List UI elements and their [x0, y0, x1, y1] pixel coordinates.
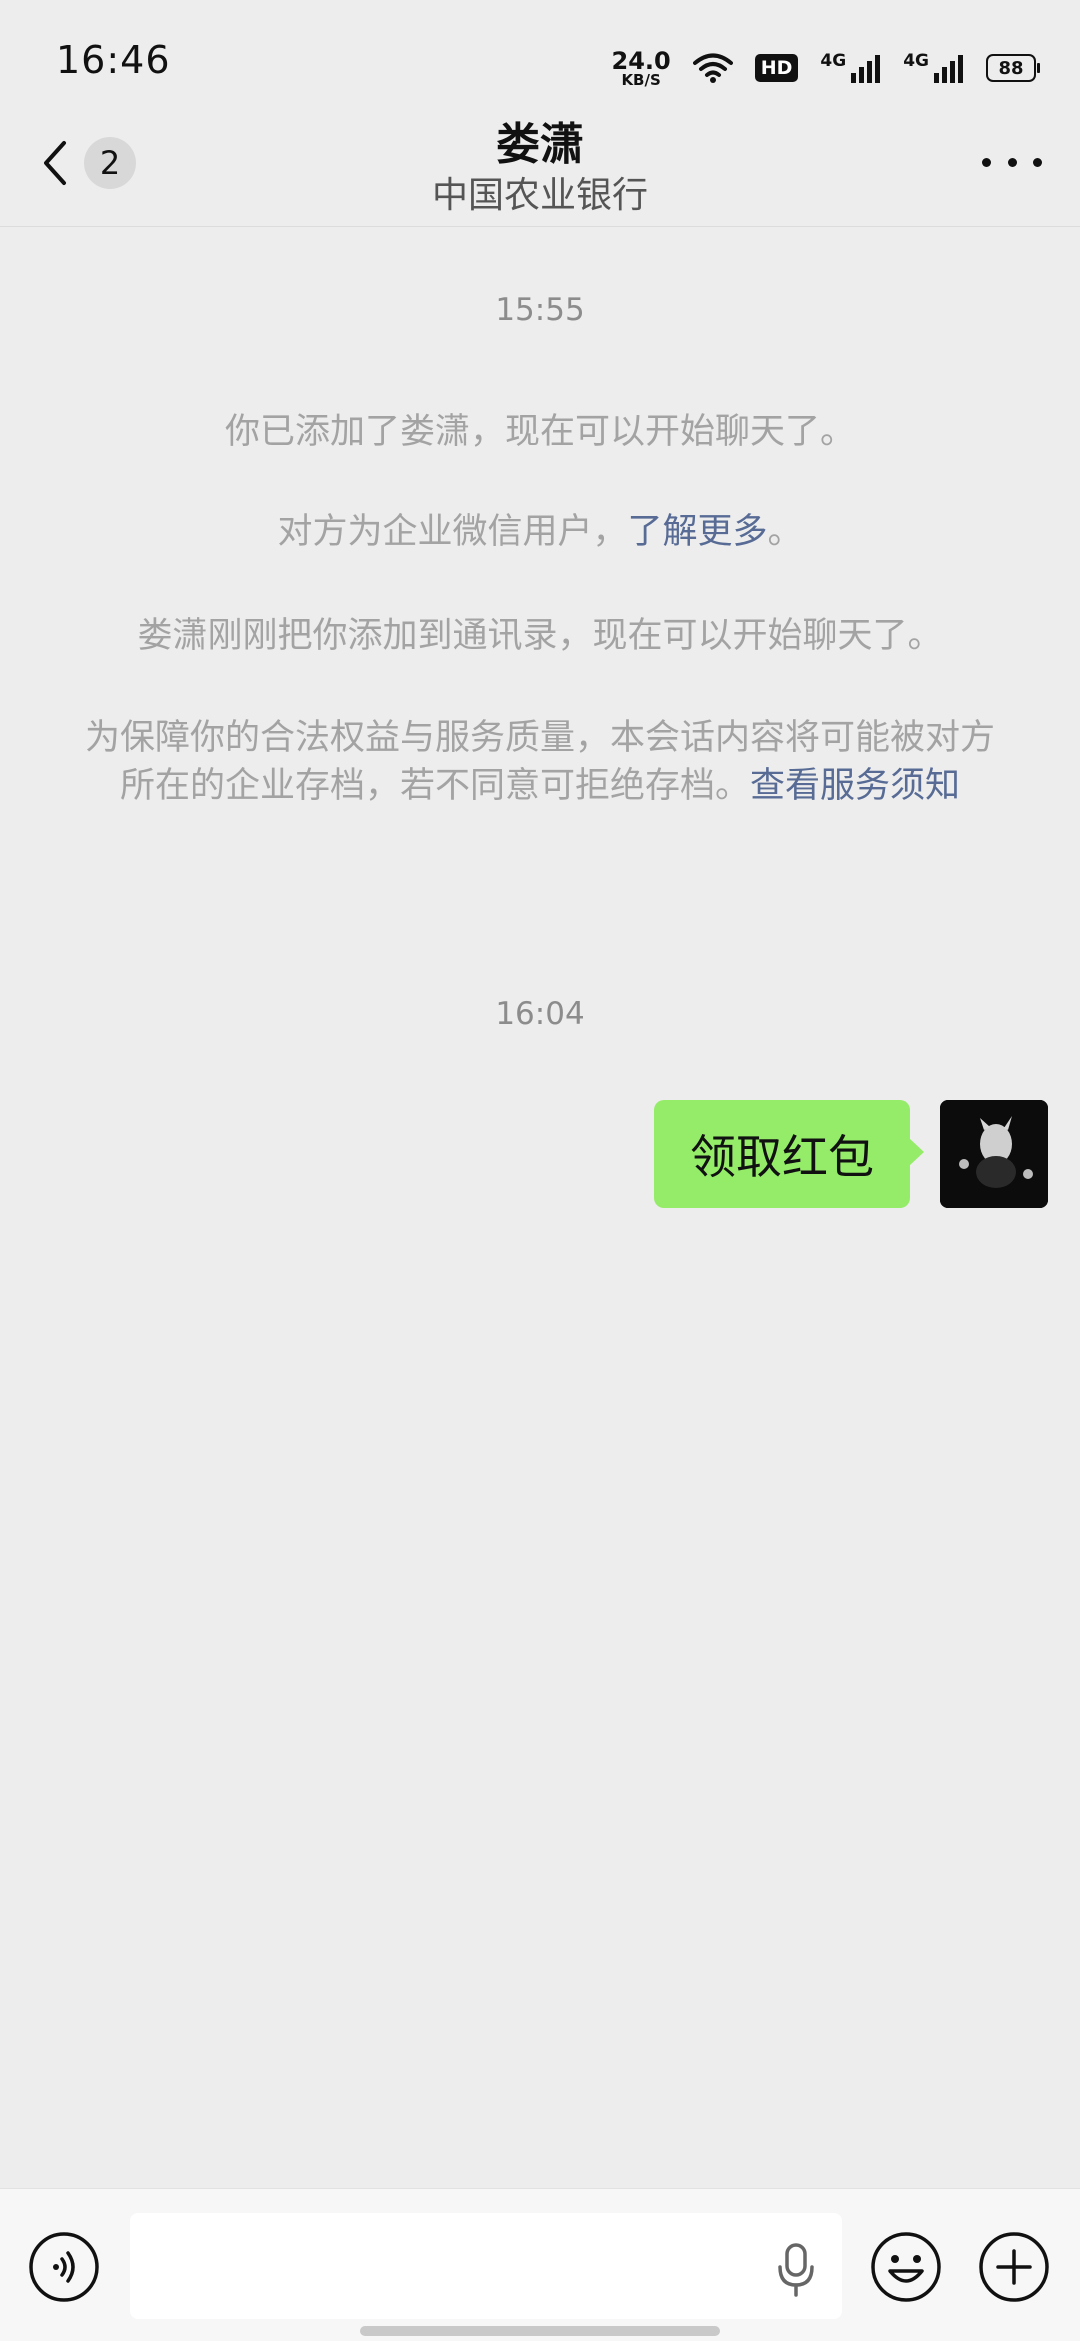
input-bar	[0, 2188, 1080, 2341]
system-message-end: 。	[767, 512, 803, 552]
network-speed: 24.0 KB/S	[612, 49, 671, 88]
battery-icon: 88	[986, 54, 1040, 82]
system-message: 娄潇刚刚把你添加到通讯录，现在可以开始聊天了。	[137, 616, 943, 656]
chat-header: 2 娄潇 中国农业银行	[0, 100, 1080, 227]
system-message: 对方为企业微信用户，了解更多。	[80, 508, 1000, 556]
signal-2-label: 4G	[903, 51, 929, 71]
system-message-text: 对方为企业微信用户，	[277, 512, 628, 552]
home-indicator[interactable]	[360, 2326, 720, 2336]
message-bubble[interactable]: 领取红包	[654, 1100, 924, 1208]
page-title: 娄潇	[496, 119, 584, 170]
page-subtitle: 中国农业银行	[431, 175, 648, 216]
more-button[interactable]	[982, 140, 1042, 184]
hd-icon: HD	[754, 54, 799, 82]
emoji-icon	[871, 2232, 941, 2302]
signal-bars-icon	[934, 55, 963, 83]
learn-more-link[interactable]: 了解更多	[627, 512, 767, 552]
signal-1: 4G	[820, 53, 881, 83]
mic-icon[interactable]	[774, 2241, 818, 2297]
wifi-icon	[692, 53, 733, 83]
net-speed-value: 24.0	[611, 46, 671, 75]
system-message: 你已添加了娄潇，现在可以开始聊天了。	[224, 412, 855, 452]
voice-button[interactable]	[28, 2231, 100, 2303]
timestamp: 16:04	[495, 996, 585, 1032]
signal-bars-icon	[851, 55, 881, 83]
avatar[interactable]	[940, 1100, 1048, 1208]
timestamp: 15:55	[495, 292, 585, 328]
avatar-image	[940, 1100, 1048, 1208]
voice-icon	[29, 2232, 99, 2302]
plus-button[interactable]	[978, 2231, 1050, 2303]
signal-1-label: 4G	[820, 51, 847, 71]
plus-icon	[979, 2232, 1049, 2302]
system-message: 为保障你的合法权益与服务质量，本会话内容将可能被对方所在的企业存档，若不同意可拒…	[80, 714, 1000, 810]
message-row-outgoing: 领取红包	[654, 1100, 1048, 1208]
more-dots-icon	[1033, 157, 1042, 167]
status-icons: 24.0 KB/S HD 4G 4G 88	[612, 40, 1040, 96]
message-input[interactable]	[130, 2213, 842, 2319]
net-speed-unit: KB/S	[621, 70, 661, 89]
status-time: 16:46	[56, 38, 171, 82]
emoji-button[interactable]	[870, 2231, 942, 2303]
signal-2: 4G	[903, 53, 964, 83]
service-notice-link[interactable]: 查看服务须知	[750, 766, 960, 806]
more-dots-icon	[1007, 157, 1017, 167]
more-dots-icon	[982, 157, 991, 167]
